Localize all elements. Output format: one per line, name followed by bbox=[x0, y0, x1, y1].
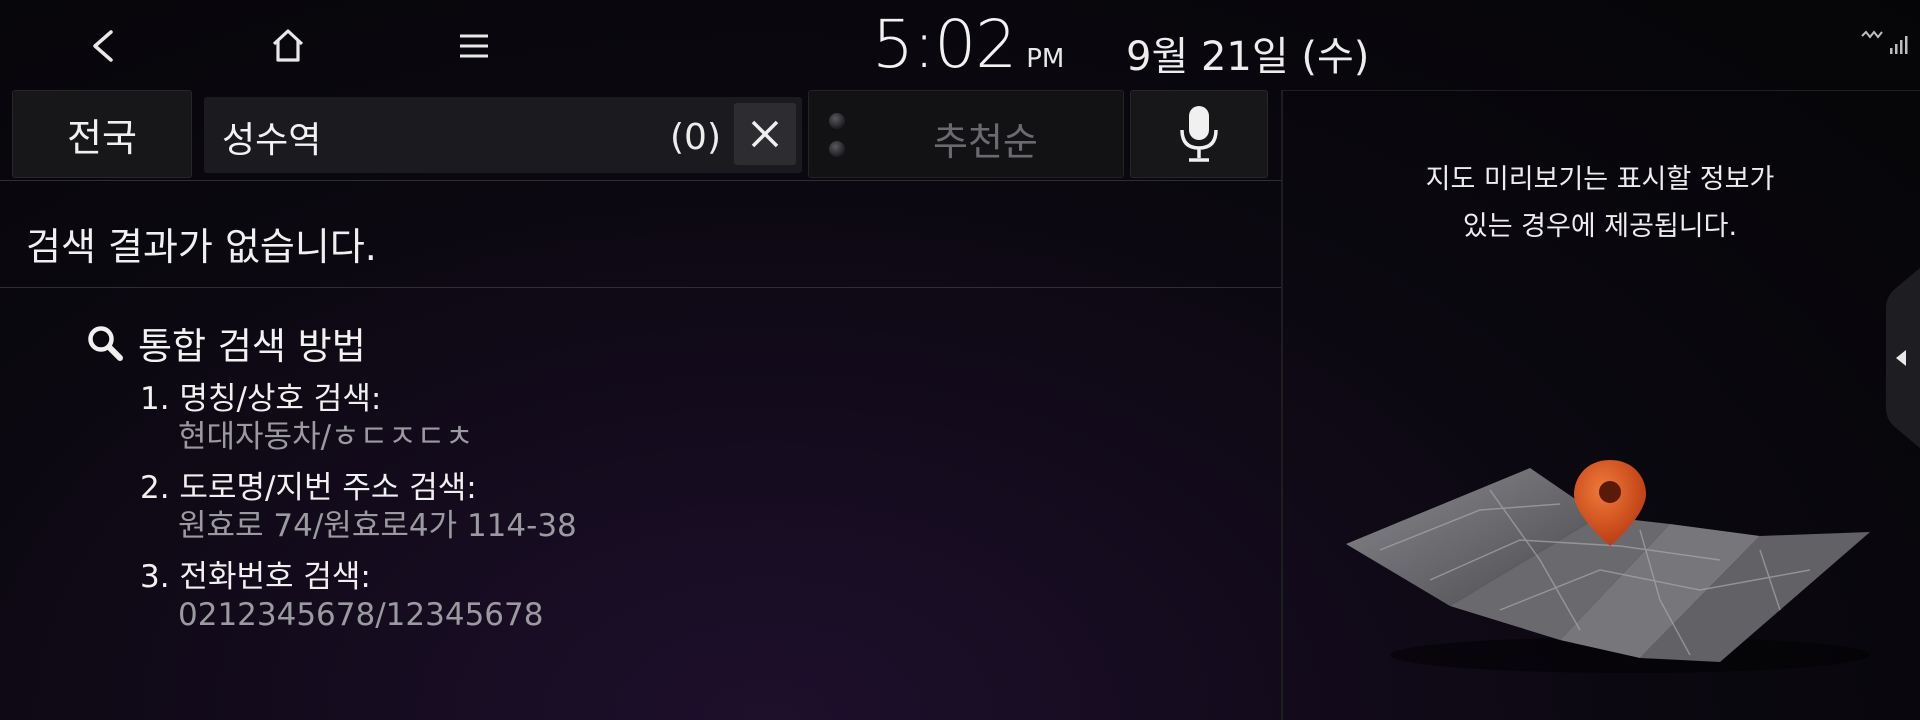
close-icon bbox=[751, 120, 779, 148]
back-button[interactable] bbox=[70, 14, 134, 78]
guide-example: 현대자동차/ㅎㄷㅈㄷㅊ bbox=[178, 419, 474, 455]
status-bar: 5:02 PM 9월 21일 (수) bbox=[0, 0, 1920, 90]
sort-button[interactable]: 추천순 bbox=[808, 90, 1124, 178]
microphone-icon bbox=[1180, 106, 1218, 162]
home-button[interactable] bbox=[256, 14, 320, 78]
panel-divider bbox=[1281, 90, 1283, 720]
map-preview-message: 지도 미리보기는 표시할 정보가 있는 경우에 제공됩니다. bbox=[1290, 156, 1910, 250]
region-button[interactable]: 전국 bbox=[12, 90, 192, 178]
guide-example: 0212345678/12345678 bbox=[178, 597, 544, 633]
guide-item-name: 1. 명칭/상호 검색: 현대자동차/ㅎㄷㅈㄷㅊ bbox=[140, 380, 474, 456]
guide-example: 원효로 74/원효로4가 114-38 bbox=[178, 508, 577, 544]
search-icon bbox=[88, 326, 123, 361]
divider bbox=[0, 180, 1281, 181]
brand-logo-icon bbox=[1861, 30, 1908, 54]
guide-label: 3. 전화번호 검색: bbox=[140, 559, 371, 595]
clock-time: 5:02 bbox=[872, 6, 1017, 83]
home-icon bbox=[272, 29, 304, 62]
clock-ampm: PM bbox=[1026, 44, 1065, 74]
guide-title-text: 통합 검색 방법 bbox=[138, 325, 366, 368]
guide-item-address: 2. 도로명/지번 주소 검색: 원효로 74/원효로4가 114-38 bbox=[140, 469, 577, 545]
divider bbox=[0, 287, 1281, 288]
chevron-left-icon bbox=[93, 30, 113, 62]
sort-label: 추천순 bbox=[933, 120, 1038, 164]
search-input[interactable]: 성수역 (0) bbox=[204, 97, 802, 173]
hamburger-menu-icon bbox=[460, 34, 488, 58]
date-display: 9월 21일 (수) bbox=[1126, 34, 1370, 80]
search-query-text: 성수역 bbox=[222, 120, 322, 161]
menu-button[interactable] bbox=[442, 14, 506, 78]
side-panel-toggle[interactable] bbox=[1882, 268, 1920, 448]
search-guide-title: 통합 검색 방법 bbox=[86, 316, 366, 370]
clock: 5:02 PM bbox=[872, 6, 1064, 83]
preview-message-line: 지도 미리보기는 표시할 정보가 bbox=[1425, 164, 1775, 195]
folded-map-with-pin-icon bbox=[1346, 460, 1870, 673]
result-count: (0) bbox=[670, 117, 721, 158]
preview-message-line: 있는 경우에 제공됩니다. bbox=[1462, 211, 1738, 242]
sort-indicator-dot bbox=[829, 113, 845, 129]
sort-indicator-dot bbox=[829, 141, 845, 157]
signal-strength-icon bbox=[1890, 48, 1893, 54]
guide-item-phone: 3. 전화번호 검색: 0212345678/12345678 bbox=[140, 558, 543, 634]
voice-search-button[interactable] bbox=[1130, 90, 1268, 178]
guide-label: 2. 도로명/지번 주소 검색: bbox=[140, 470, 477, 506]
guide-label: 1. 명칭/상호 검색: bbox=[140, 381, 382, 417]
divider bbox=[1283, 90, 1920, 91]
clear-search-button[interactable] bbox=[734, 103, 796, 165]
no-results-message: 검색 결과가 없습니다. bbox=[26, 225, 377, 269]
